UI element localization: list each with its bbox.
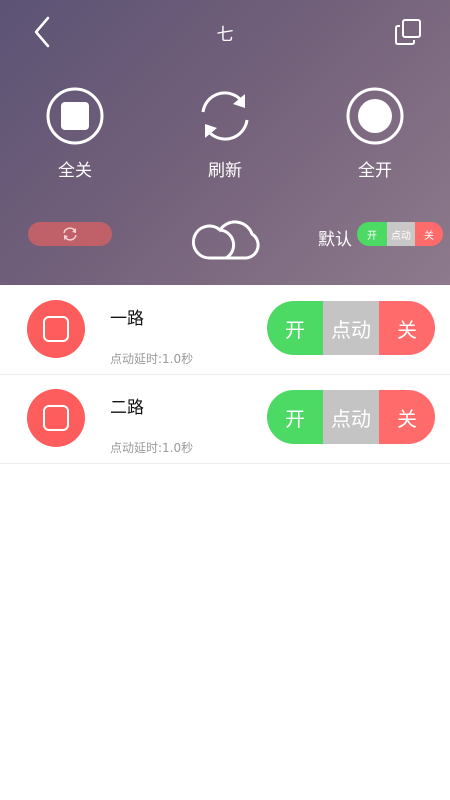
page-title: 七 xyxy=(216,25,234,45)
off-button[interactable]: 关 xyxy=(379,390,435,444)
all-on-button[interactable]: 全开 xyxy=(320,86,430,181)
default-label: 默认 xyxy=(318,230,352,250)
square-icon xyxy=(43,405,69,431)
all-on-label: 全开 xyxy=(358,161,392,181)
square-icon xyxy=(43,316,69,342)
channel-switch[interactable]: 开 点动 关 xyxy=(267,390,435,444)
cloud-button[interactable] xyxy=(190,206,260,262)
stop-square-icon xyxy=(46,87,104,145)
copy-icon xyxy=(395,19,421,45)
small-refresh-button[interactable] xyxy=(28,222,112,246)
default-on-option[interactable]: 开 xyxy=(357,222,387,246)
all-off-button[interactable]: 全关 xyxy=(20,86,130,181)
refresh-button[interactable]: 刷新 xyxy=(170,86,280,181)
cloud-icon xyxy=(191,220,260,260)
channel-icon[interactable] xyxy=(27,300,85,358)
refresh-label: 刷新 xyxy=(208,161,242,181)
channel-switch[interactable]: 开 点动 关 xyxy=(267,301,435,355)
channel-icon[interactable] xyxy=(27,389,85,447)
refresh-icon xyxy=(201,91,249,141)
pulse-button[interactable]: 点动 xyxy=(323,390,379,444)
on-button[interactable]: 开 xyxy=(267,390,323,444)
default-off-option[interactable]: 关 xyxy=(415,222,443,246)
channel-name: 一路 xyxy=(110,309,144,329)
default-mode-toggle[interactable]: 开 点动 关 xyxy=(357,222,443,246)
channel-name: 二路 xyxy=(110,398,144,418)
channel-delay: 点动延时:1.0秒 xyxy=(110,352,194,366)
header-panel: 七 全关 刷新 全开 默认 开 点动 关 xyxy=(0,0,450,285)
channel-row: 一路 点动延时:1.0秒 开 点动 关 xyxy=(0,286,450,375)
default-pulse-option[interactable]: 点动 xyxy=(387,222,415,246)
record-circle-icon xyxy=(346,87,404,145)
channel-row: 二路 点动延时:1.0秒 开 点动 关 xyxy=(0,375,450,464)
small-refresh-icon xyxy=(63,227,77,241)
off-button[interactable]: 关 xyxy=(379,301,435,355)
on-button[interactable]: 开 xyxy=(267,301,323,355)
copy-button[interactable] xyxy=(392,16,424,48)
all-off-label: 全关 xyxy=(58,161,92,181)
pulse-button[interactable]: 点动 xyxy=(323,301,379,355)
channel-delay: 点动延时:1.0秒 xyxy=(110,441,194,455)
